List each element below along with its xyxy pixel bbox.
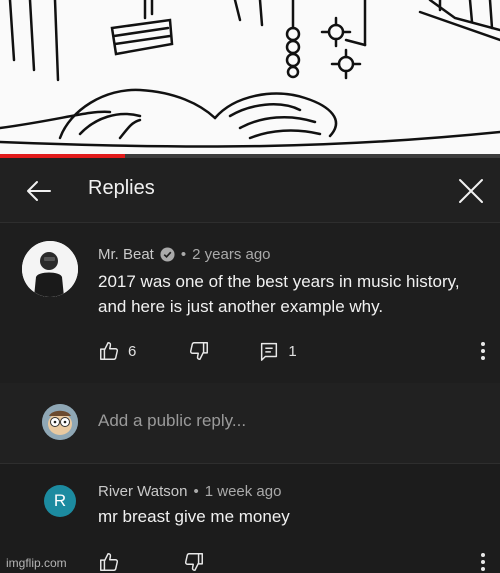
cartoon-avatar-icon	[42, 404, 78, 440]
current-user-avatar	[42, 404, 78, 440]
close-button[interactable]	[454, 174, 488, 208]
watermark: imgflip.com	[6, 556, 67, 570]
comment-text: 2017 was one of the best years in music …	[98, 272, 460, 316]
more-vert-icon[interactable]	[476, 339, 490, 363]
thumbs-up-icon	[100, 342, 119, 360]
avatar[interactable]	[22, 241, 78, 297]
sketch-illustration	[0, 0, 500, 148]
more-vert-icon[interactable]	[476, 550, 490, 572]
comment-icon	[261, 342, 278, 361]
avatar[interactable]: R	[44, 485, 76, 517]
dislike-button[interactable]	[183, 551, 205, 573]
reply-count-button[interactable]: 1	[258, 340, 297, 362]
like-button[interactable]: 6	[98, 340, 136, 362]
close-icon	[459, 179, 483, 203]
comment-text: mr breast give me money	[98, 507, 290, 526]
verified-check-icon	[160, 247, 175, 262]
person-avatar-icon	[22, 241, 78, 297]
like-count: 6	[128, 342, 137, 360]
comment-actions: 6 1	[98, 340, 297, 362]
comment-meta: Mr. Beat • 2 years ago	[98, 246, 271, 263]
avatar-letter: R	[53, 491, 67, 510]
comment-author[interactable]: River Watson	[98, 483, 187, 500]
thumbs-up-icon	[100, 553, 119, 571]
page-title: Replies	[88, 177, 155, 199]
meta-separator: •	[193, 483, 199, 500]
thumbs-down-icon	[184, 553, 203, 571]
reply-count: 1	[288, 342, 297, 360]
replies-header: Replies	[0, 158, 500, 223]
comment-actions	[98, 551, 205, 573]
comment-time: 2 years ago	[192, 246, 271, 263]
video-thumbnail[interactable]	[0, 0, 500, 158]
comment-meta: River Watson • 1 week ago	[98, 483, 281, 500]
comment-author[interactable]: Mr. Beat	[98, 246, 154, 263]
comment-time: 1 week ago	[204, 483, 282, 500]
dislike-button[interactable]	[188, 340, 210, 362]
add-reply-row: Add a public reply...	[0, 383, 500, 464]
arrow-left-icon	[27, 181, 51, 201]
like-button[interactable]	[98, 551, 120, 573]
back-button[interactable]	[22, 174, 56, 208]
meta-separator: •	[180, 246, 187, 263]
reply-comment: R River Watson • 1 week ago mr breast gi…	[0, 464, 500, 573]
thumbs-down-icon	[190, 342, 209, 360]
reply-input[interactable]: Add a public reply...	[98, 411, 246, 431]
main-comment: Mr. Beat • 2 years ago 2017 was one of t…	[0, 223, 500, 383]
